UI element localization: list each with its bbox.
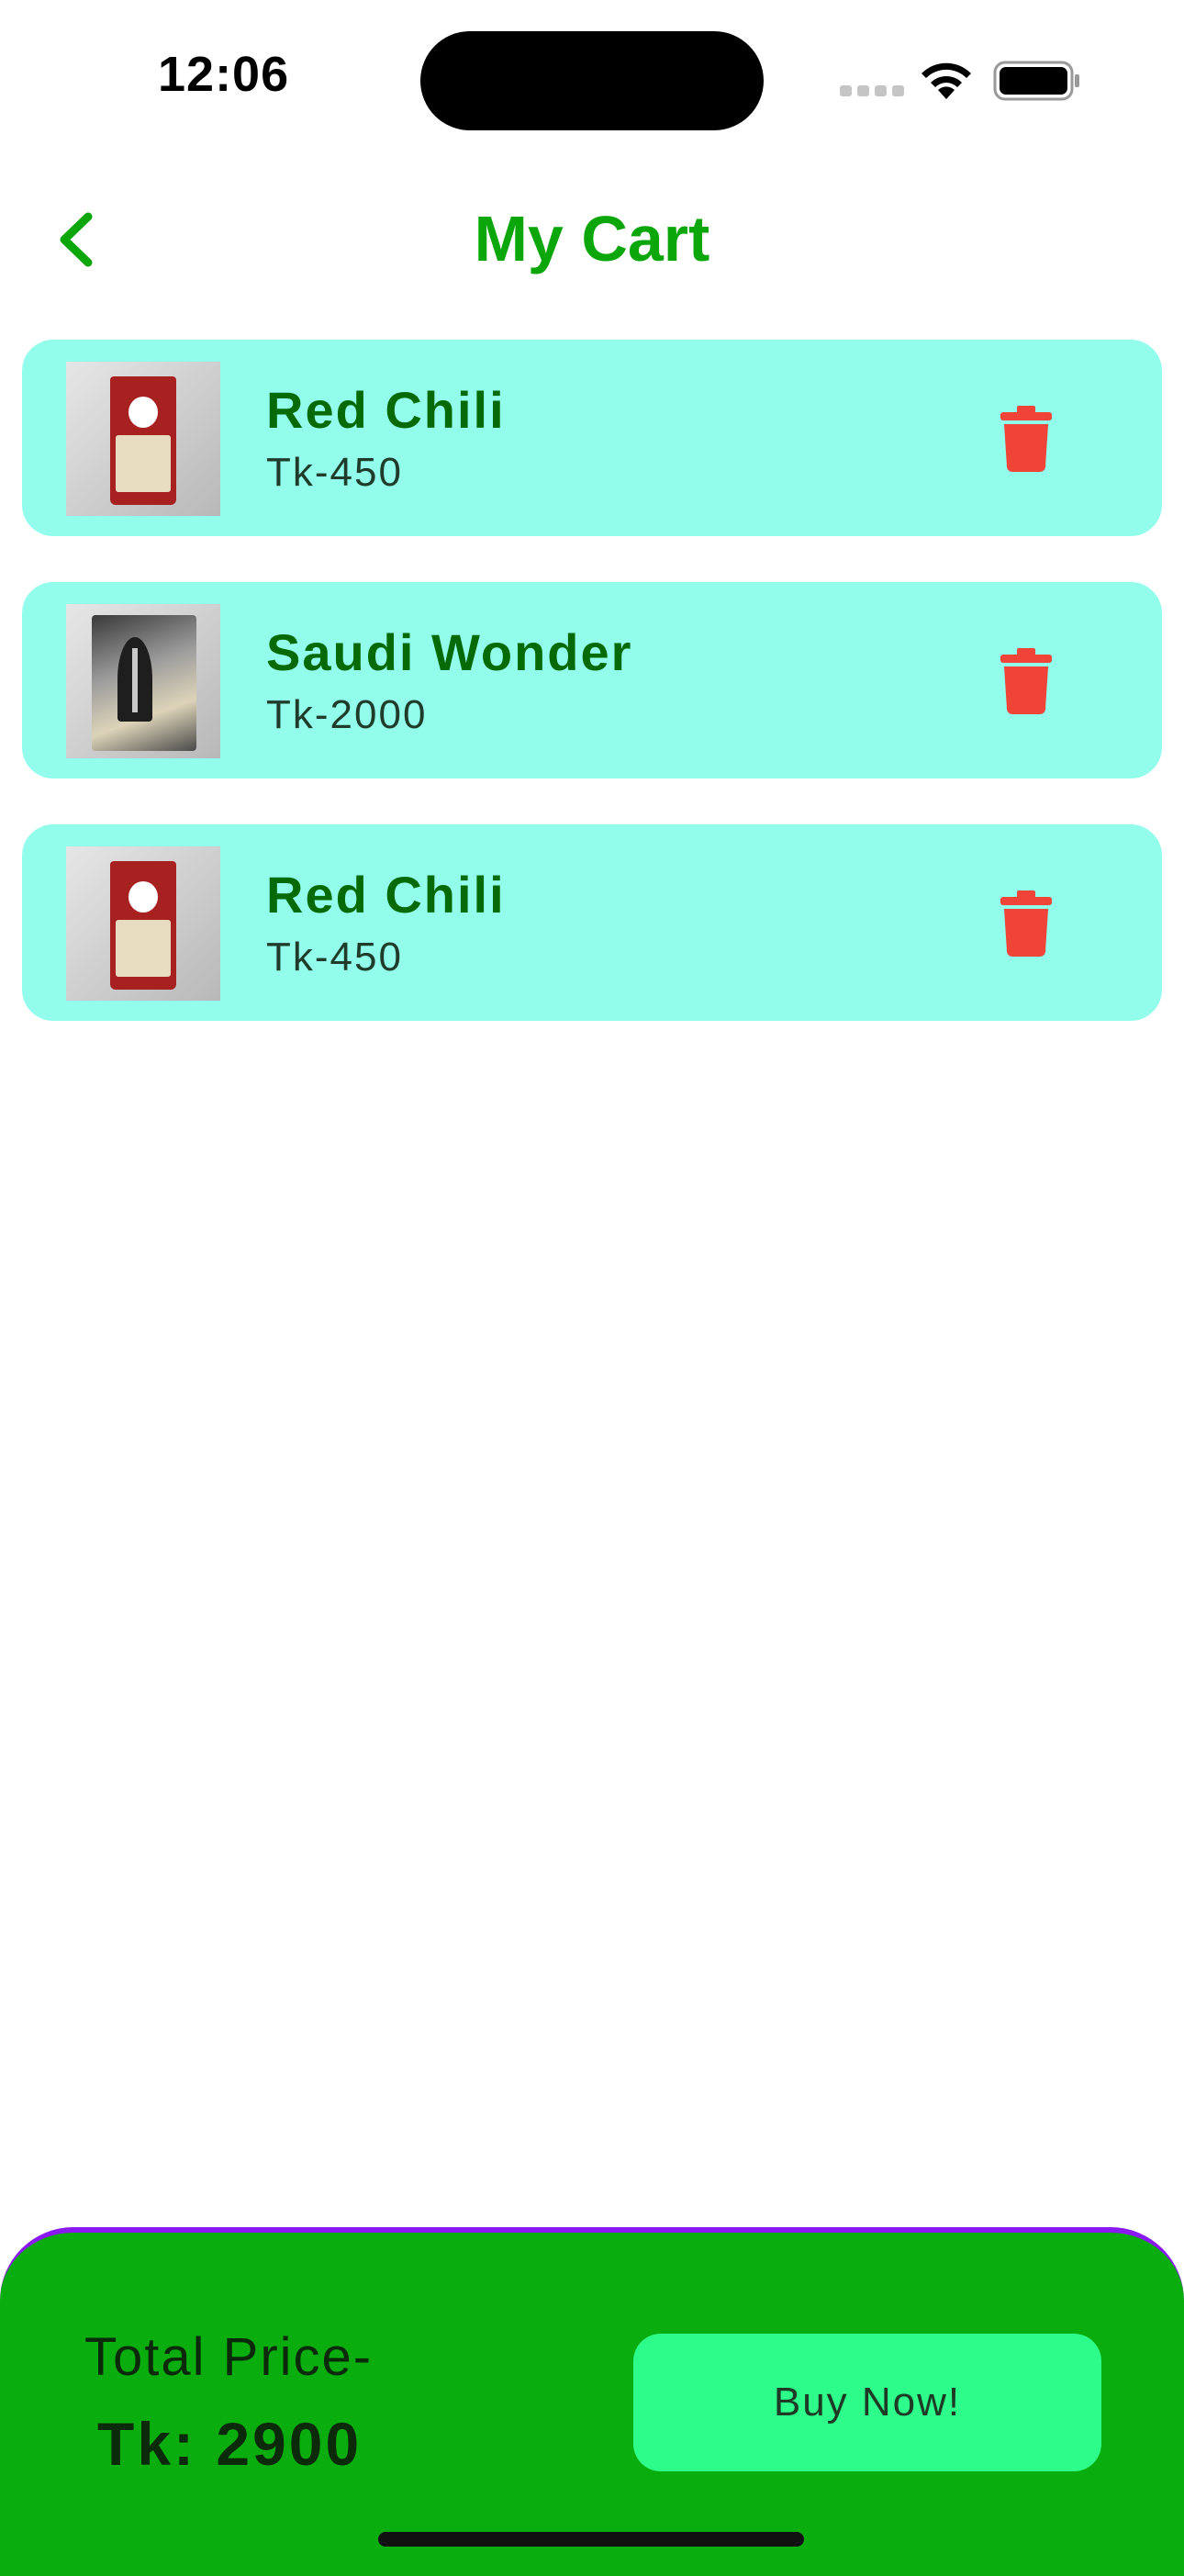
cart-item[interactable]: Saudi Wonder Tk-2000 <box>22 582 1162 778</box>
home-indicator[interactable] <box>378 2532 804 2547</box>
product-price: Tk-450 <box>266 450 403 495</box>
trash-icon[interactable] <box>1000 648 1052 714</box>
battery-icon <box>993 61 1079 101</box>
product-price: Tk-2000 <box>266 692 428 737</box>
page-title: My Cart <box>474 203 710 274</box>
product-price: Tk-450 <box>266 935 403 980</box>
cellular-signal-icon <box>840 85 906 96</box>
cart-item[interactable]: Red Chili Tk-450 <box>22 340 1162 536</box>
total-price-value: Tk: 2900 <box>97 2410 363 2478</box>
total-price-label: Total Price- <box>84 2327 374 2387</box>
product-image <box>66 604 220 758</box>
trash-icon[interactable] <box>1000 406 1052 472</box>
wifi-icon <box>922 62 971 99</box>
product-name: Red Chili <box>266 381 506 439</box>
product-name: Red Chili <box>266 866 506 924</box>
buy-now-button[interactable]: Buy Now! <box>633 2334 1101 2471</box>
status-time: 12:06 <box>158 47 290 102</box>
product-name: Saudi Wonder <box>266 623 633 681</box>
dynamic-island <box>420 31 764 130</box>
cart-list: Red Chili Tk-450 Saudi Wonder Tk-2000 Re… <box>22 340 1162 1067</box>
trash-icon[interactable] <box>1000 890 1052 957</box>
product-image <box>66 846 220 1001</box>
cart-item[interactable]: Red Chili Tk-450 <box>22 824 1162 1021</box>
product-image <box>66 362 220 516</box>
